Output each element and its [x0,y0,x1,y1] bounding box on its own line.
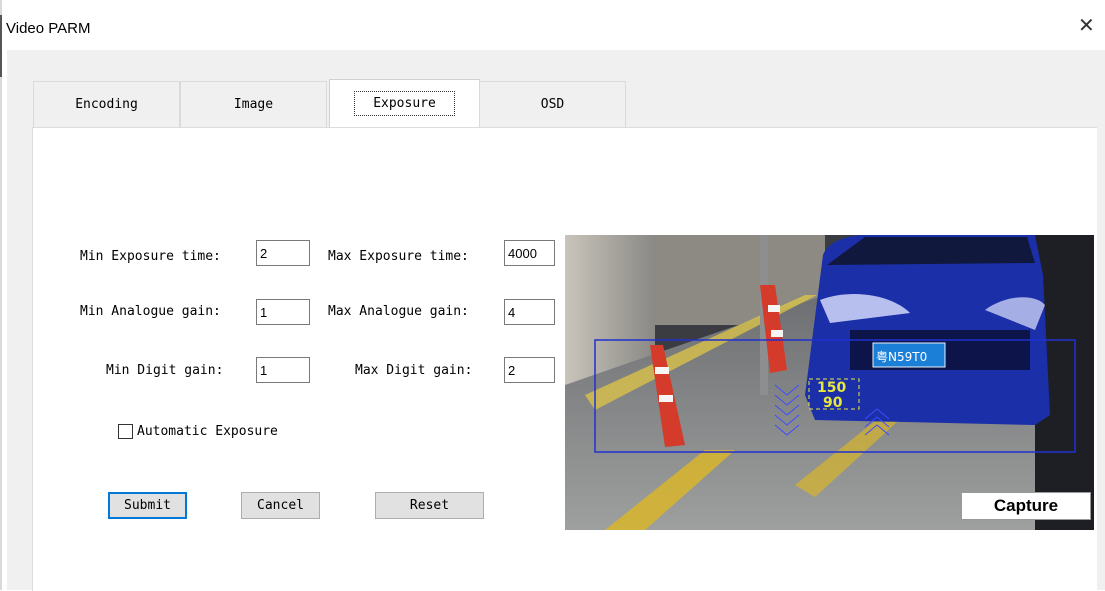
min-analogue-gain-label: Min Analogue gain: [80,304,221,319]
preview-bollard-front-stripe-2 [659,395,673,402]
tab-osd[interactable]: OSD [479,81,626,127]
min-exposure-input[interactable] [256,240,310,266]
video-parm-dialog: Video PARM ✕ Encoding Image Exposure OSD… [0,0,1105,591]
min-digit-gain-label: Min Digit gain: [106,363,224,378]
max-analogue-gain-label: Max Analogue gain: [328,304,469,319]
tab-exposure[interactable]: Exposure [329,79,480,127]
max-digit-gain-input[interactable] [504,357,555,383]
automatic-exposure-label: Automatic Exposure [137,424,278,439]
reset-button-label: Reset [409,498,450,513]
close-icon[interactable]: ✕ [1078,16,1095,36]
window-left-marker [0,15,2,77]
tab-encoding[interactable]: Encoding [33,81,180,127]
camera-preview: 粤N59T0 150 90 [565,235,1094,530]
preview-bollard-back-stripe-2 [771,330,783,337]
camera-preview-image: 粤N59T0 150 90 [565,235,1094,530]
tab-label: OSD [540,97,565,112]
submit-button-label: Submit [124,498,171,513]
max-analogue-gain-input[interactable] [504,299,555,325]
tab-label: Image [233,97,274,112]
submit-button[interactable]: Submit [108,492,187,519]
capture-button-label: Capture [993,496,1059,515]
tab-label: Encoding [75,97,138,112]
tab-label: Exposure [354,91,455,116]
min-exposure-label: Min Exposure time: [80,249,221,264]
max-exposure-label: Max Exposure time: [328,249,469,264]
min-digit-gain-input[interactable] [256,357,310,383]
window-left-edge [0,0,2,590]
preview-overlay-top-value: 150 [817,380,846,396]
cancel-button[interactable]: Cancel [241,492,320,519]
automatic-exposure-checkbox[interactable] [118,424,133,439]
capture-button[interactable]: Capture [961,492,1091,520]
max-exposure-input[interactable] [504,240,555,266]
max-digit-gain-label: Max Digit gain: [355,363,473,378]
license-plate-text: 粤N59T0 [876,349,927,364]
dialog-title: Video PARM [6,20,91,37]
cancel-button-label: Cancel [257,498,304,513]
tab-image[interactable]: Image [180,81,327,127]
preview-bollard-back-stripe-1 [768,305,780,312]
min-analogue-gain-input[interactable] [256,299,310,325]
reset-button[interactable]: Reset [375,492,484,519]
preview-bollard-front-stripe-1 [655,367,669,374]
